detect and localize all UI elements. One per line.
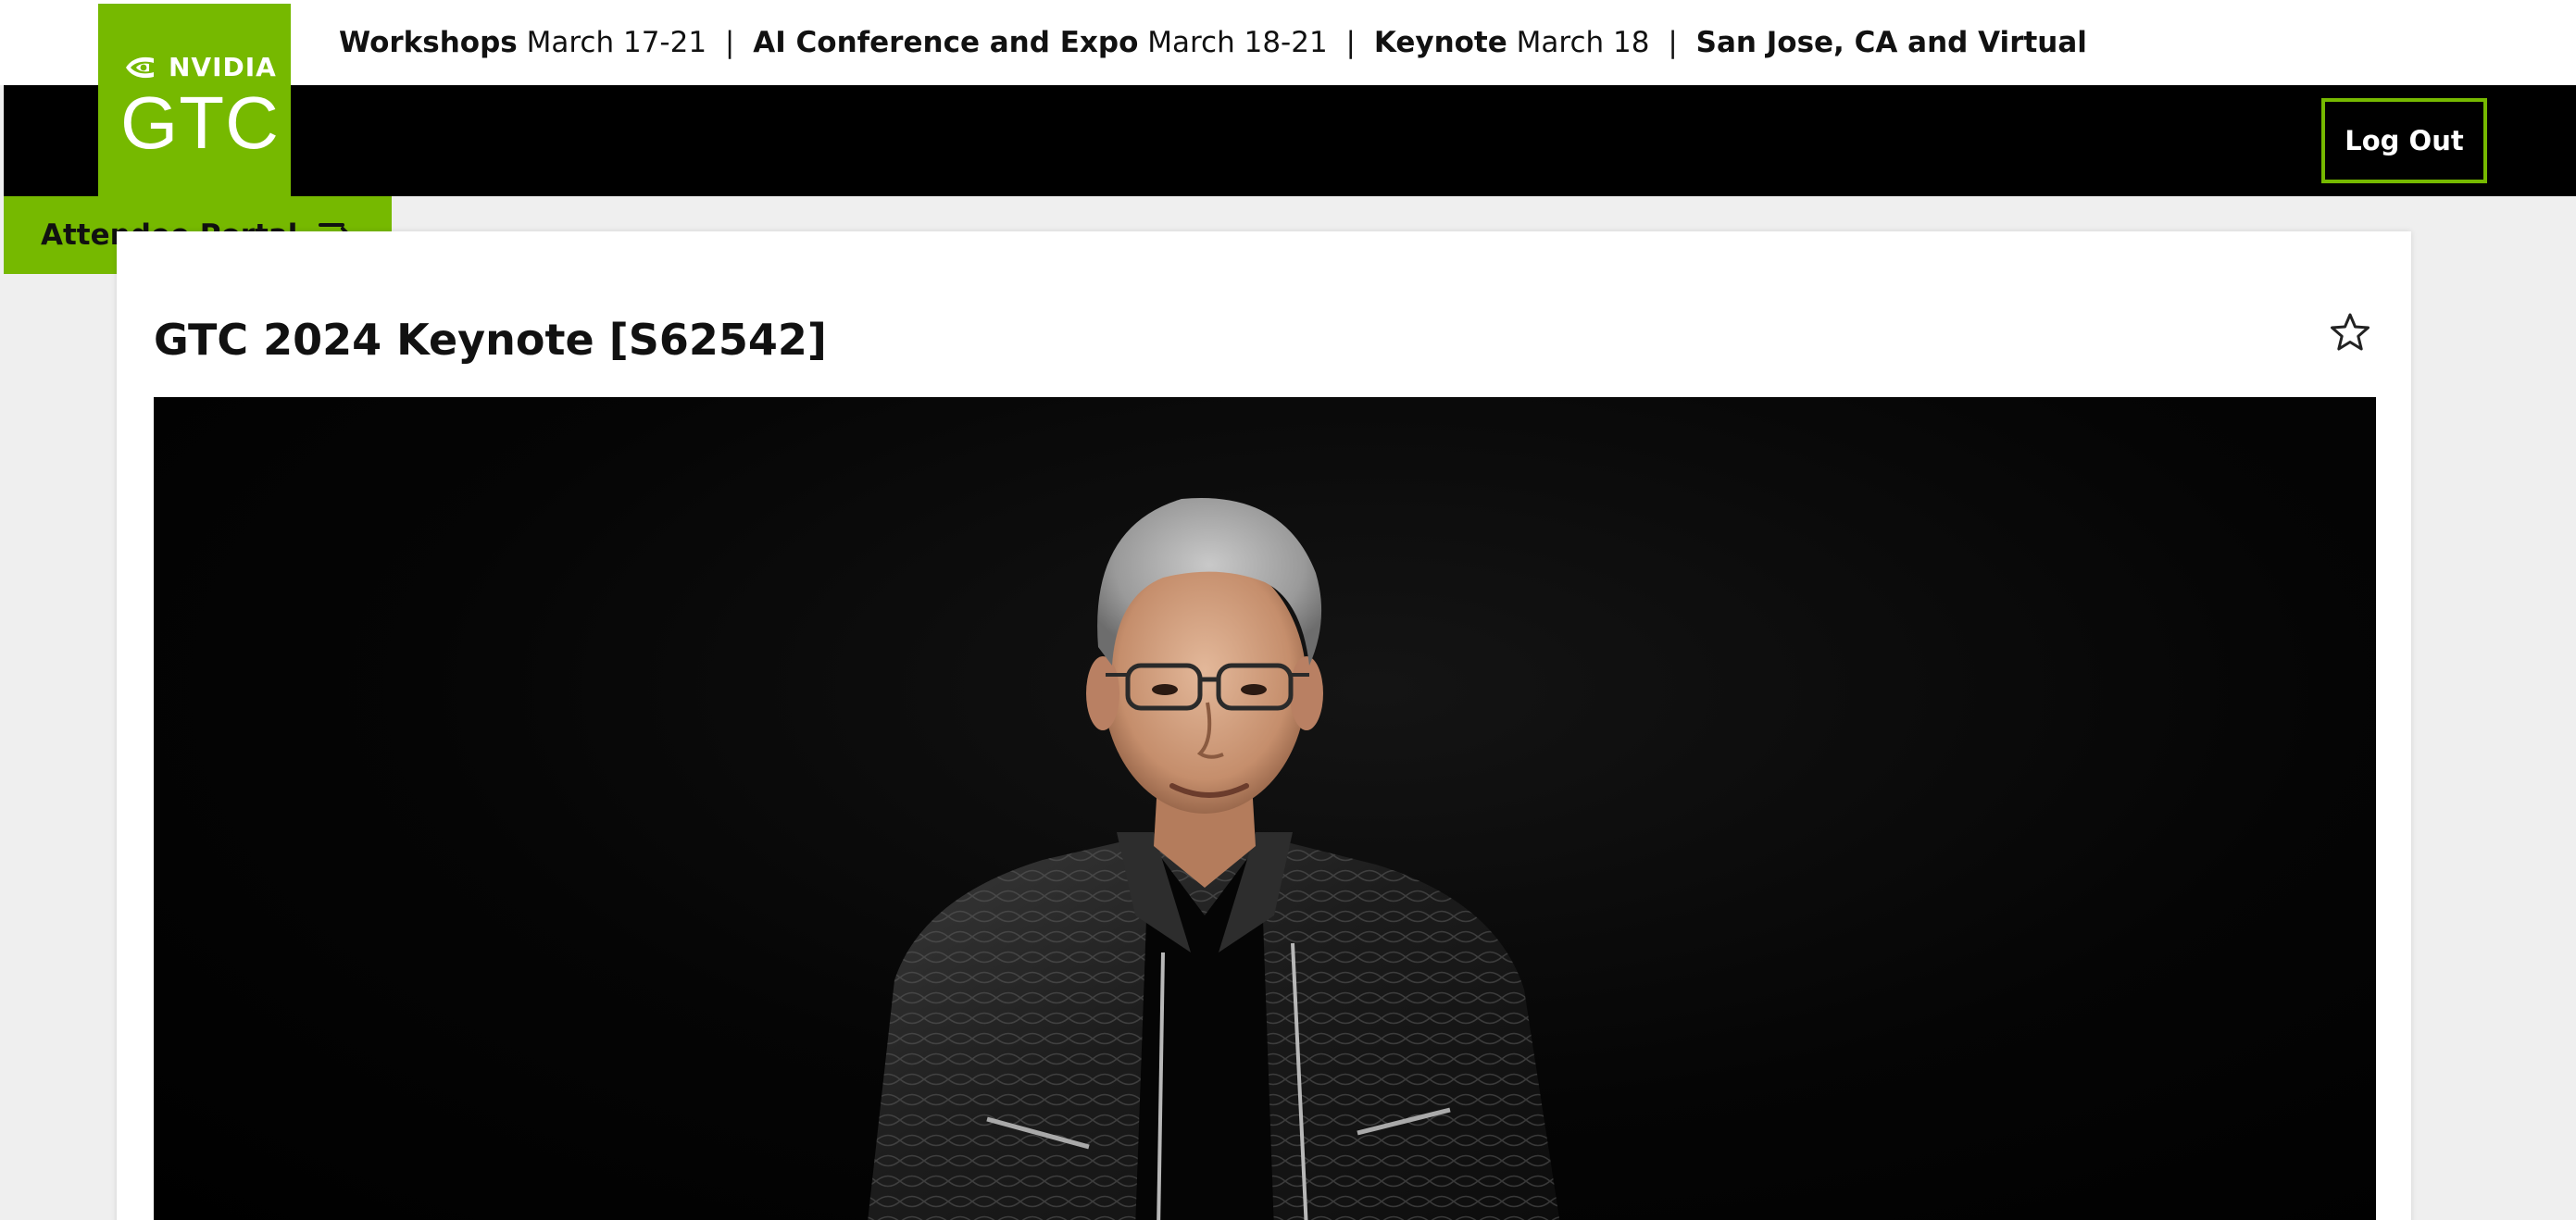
nvidia-wordmark: NVIDIA [124, 52, 277, 82]
keynote-video-frame [868, 498, 1560, 1220]
info-separator: | [724, 26, 735, 59]
logout-button[interactable]: Log Out [2321, 98, 2487, 183]
gtc-logo-text: GTC [120, 81, 280, 164]
nvidia-brand-text: NVIDIA [169, 52, 277, 82]
event-dates-keynote: March 18 [1516, 26, 1650, 59]
page: Workshops March 17-21 | AI Conference an… [0, 0, 2576, 1220]
event-dates-workshops: March 17-21 [526, 26, 707, 59]
nvidia-eye-icon [126, 56, 154, 78]
info-separator: | [1668, 26, 1678, 59]
info-separator: | [1345, 26, 1356, 59]
event-name-conference: AI Conference and Expo [753, 26, 1139, 59]
event-info-bar: Workshops March 17-21 | AI Conference an… [0, 0, 2576, 85]
event-info-text: Workshops March 17-21 | AI Conference an… [339, 26, 2087, 59]
main-nav-bar [4, 85, 2576, 196]
event-location: San Jose, CA and Virtual [1695, 26, 2087, 59]
favorite-star-icon[interactable] [2330, 312, 2370, 353]
event-name-keynote: Keynote [1373, 26, 1507, 59]
keynote-video-player[interactable] [154, 397, 2376, 1220]
event-dates-conference: March 18-21 [1147, 26, 1328, 59]
nvidia-gtc-logo[interactable]: NVIDIA GTC [98, 4, 291, 196]
session-title: GTC 2024 Keynote [S62542] [154, 315, 827, 365]
event-name-workshops: Workshops [339, 26, 518, 59]
